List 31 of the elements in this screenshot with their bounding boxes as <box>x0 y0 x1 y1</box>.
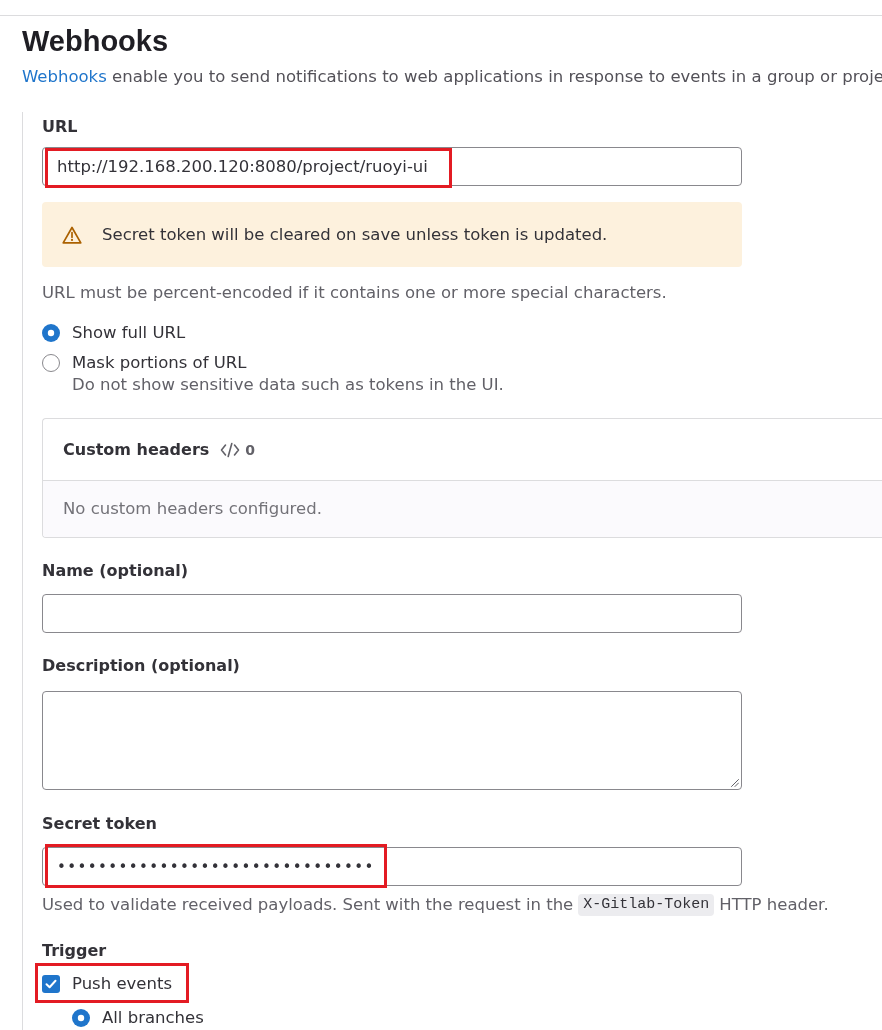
field-label: Name (optional) <box>42 560 190 582</box>
radio-button[interactable] <box>72 1009 90 1027</box>
checkbox-label[interactable]: Push events <box>72 973 172 995</box>
field-label: URL <box>42 116 79 138</box>
checkbox[interactable] <box>42 975 60 993</box>
help-text: URL must be percent-encoded if it contains one or more special characters. <box>42 282 668 304</box>
alert-text: Secret token will be cleared on save unless token is updated. <box>102 223 608 246</box>
section-label: Trigger <box>42 940 108 962</box>
resize-grip-icon[interactable] <box>731 779 739 787</box>
field-label: Secret token <box>42 813 158 835</box>
inline-code: X-Gitlab-Token <box>578 894 715 916</box>
option-label[interactable]: All branches <box>102 1007 204 1029</box>
textarea-field[interactable] <box>42 691 742 790</box>
card-title: Custom headers <box>63 438 210 461</box>
secret-token-field[interactable]: ••••••••••••••••••••••••••••••• <box>42 847 742 886</box>
header-count: 0 <box>245 441 256 458</box>
field-label: Description (optional) <box>42 655 241 677</box>
option-label[interactable]: Mask portions of URL <box>72 352 247 374</box>
warning-icon <box>62 225 82 244</box>
webhooks-link[interactable]: Webhooks <box>22 67 107 86</box>
url-field[interactable]: http://192.168.200.120:8080/project/ruoyi-ui <box>42 147 742 186</box>
code-icon <box>220 441 241 458</box>
help-text: HTTP header. <box>719 894 829 916</box>
page-title: Webhooks <box>22 24 170 58</box>
radio-button[interactable] <box>42 354 60 372</box>
option-label[interactable]: Show full URL <box>72 322 186 344</box>
empty-state-text: No custom headers configured. <box>63 498 322 520</box>
radio-button[interactable] <box>42 324 60 342</box>
text-field[interactable] <box>42 594 742 633</box>
option-help-text: Do not show sensitive data such as tokens in the UI. <box>72 374 505 396</box>
help-text: Used to validate received payloads. Sent with the request in the <box>42 894 574 916</box>
